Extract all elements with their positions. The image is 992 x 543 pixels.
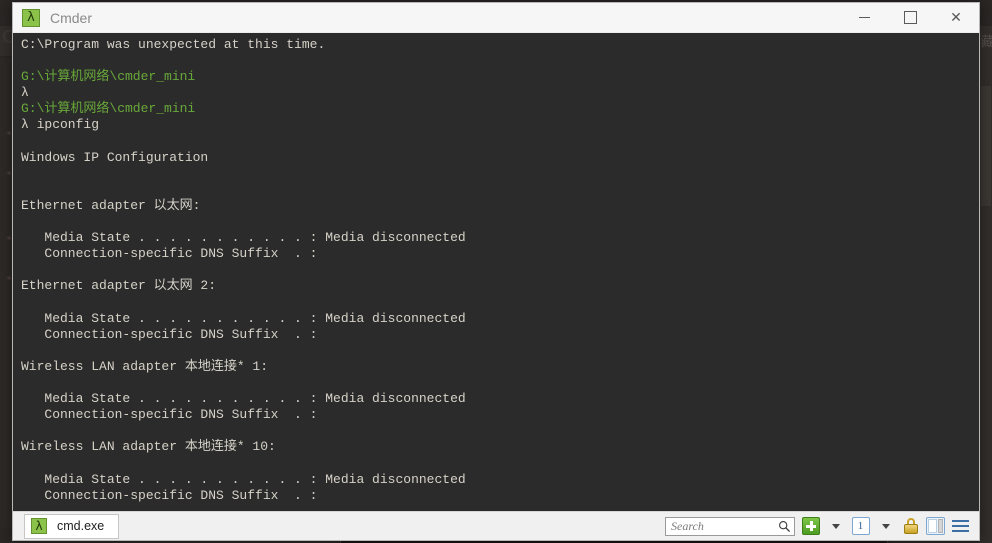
terminal-line: Media State . . . . . . . . . . . : Medi… xyxy=(21,230,466,246)
new-tab-dropdown[interactable] xyxy=(826,517,845,536)
cmder-titlebar[interactable]: λ Cmder ✕ xyxy=(13,3,979,33)
page-scrollbar[interactable] xyxy=(980,56,992,543)
tab-count-dropdown[interactable] xyxy=(876,517,895,536)
lambda-icon: λ xyxy=(31,518,47,534)
terminal-line: Connection-specific DNS Suffix . : xyxy=(21,326,318,342)
terminal-viewport[interactable]: C:\Program was unexpected at this time. G… xyxy=(13,33,979,511)
plus-icon xyxy=(801,517,820,535)
hamburger-menu-icon xyxy=(952,520,969,532)
search-placeholder: Search xyxy=(671,518,704,533)
terminal-line: Wireless LAN adapter 本地连接* 1: xyxy=(21,358,269,374)
lambda-icon: λ xyxy=(22,8,40,27)
window-title: Cmder xyxy=(50,9,93,26)
statusbar-tools: Search 1 xyxy=(665,516,974,536)
terminal-line: Ethernet adapter 以太网: xyxy=(21,197,201,213)
layout-toggle-button[interactable] xyxy=(926,517,945,536)
terminal-line: G:\计算机网络\cmder_mini xyxy=(21,101,196,117)
terminal-line: Media State . . . . . . . . . . . : Medi… xyxy=(21,391,466,407)
terminal-line: Ethernet adapter 以太网 2: xyxy=(21,278,217,294)
terminal-line: Media State . . . . . . . . . . . : Medi… xyxy=(21,310,466,326)
terminal-line: λ xyxy=(21,85,29,101)
cmder-window: λ Cmder ✕ C:\Program was unexpected at t… xyxy=(12,2,980,541)
terminal-line: C:\Program was unexpected at this time. xyxy=(21,37,326,52)
window-controls: ✕ xyxy=(841,3,979,32)
terminal-line: Windows IP Configuration xyxy=(21,149,209,165)
chevron-down-icon xyxy=(881,523,890,529)
terminal-line: Connection-specific DNS Suffix . : xyxy=(21,407,318,423)
maximize-button[interactable] xyxy=(887,3,933,32)
new-tab-button[interactable] xyxy=(801,517,820,536)
close-button[interactable]: ✕ xyxy=(933,3,979,32)
terminal-line: Media State . . . . . . . . . . . : Medi… xyxy=(21,471,466,487)
minimize-button[interactable] xyxy=(841,3,887,32)
menu-button[interactable] xyxy=(951,517,970,536)
magnifier-icon[interactable] xyxy=(778,520,791,533)
chevron-down-icon xyxy=(831,523,840,529)
search-input[interactable]: Search xyxy=(665,516,795,536)
tab-count-label: 1 xyxy=(851,517,870,535)
layout-toggle-icon xyxy=(926,517,945,535)
page-scrollbar-thumb[interactable] xyxy=(981,86,991,206)
terminal-line: λ ipconfig xyxy=(21,117,100,133)
terminal-line: Connection-specific DNS Suffix . : xyxy=(21,246,318,262)
lock-button[interactable] xyxy=(901,517,920,536)
terminal-tab-cmd[interactable]: λ cmd.exe xyxy=(24,513,120,539)
terminal-line: Wireless LAN adapter 本地连接* 10: xyxy=(21,439,276,455)
cmder-statusbar: λ cmd.exe Search 1 xyxy=(13,511,979,540)
terminal-output: C:\Program was unexpected at this time. G… xyxy=(21,37,979,504)
terminal-tab-label: cmd.exe xyxy=(57,519,105,533)
lock-icon xyxy=(903,518,918,534)
terminal-line: Connection-specific DNS Suffix . : xyxy=(21,487,318,503)
tab-count-button[interactable]: 1 xyxy=(851,517,870,536)
terminal-line: G:\计算机网络\cmder_mini xyxy=(21,69,196,85)
